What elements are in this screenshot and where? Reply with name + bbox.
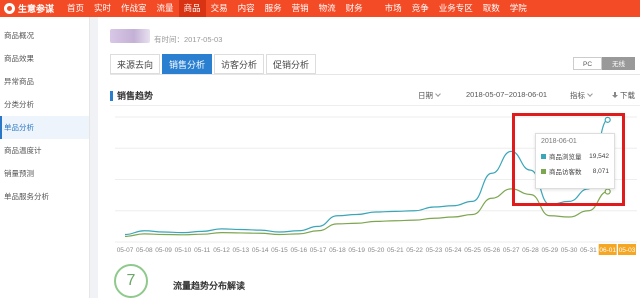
nav-item[interactable]: 物流 <box>314 0 341 17</box>
x-tick-label: 05-09 <box>155 247 172 254</box>
x-tick-label: 05-10 <box>175 247 192 254</box>
sidebar-item[interactable]: 销量预测 <box>0 162 89 185</box>
interpretation-title: 流量趋势分布解读 <box>173 281 246 291</box>
sidebar-item[interactable]: 分类分析 <box>0 93 89 116</box>
sidebar-item[interactable]: 单品服务分析 <box>0 185 89 208</box>
top-nav-bar: 生意参谋 首页 实时 作战室 流量 商品 交易 内容 服务 营销 物流 财务 市场 竞争 业务专区 取数 学院 <box>0 0 640 17</box>
x-tick-label: 05-14 <box>252 247 269 254</box>
x-tick-label: 05-27 <box>503 247 520 254</box>
x-tick-label: 05-21 <box>387 247 404 254</box>
nav-item[interactable]: 营销 <box>287 0 314 17</box>
sidebar-item[interactable]: 异常商品 <box>0 70 89 93</box>
x-tick-label: 05-20 <box>368 247 385 254</box>
nav-item[interactable]: 交易 <box>206 0 233 17</box>
nav-item[interactable]: 流量 <box>152 0 179 17</box>
x-tick-label: 05-26 <box>484 247 501 254</box>
x-tick-label: 05-16 <box>290 247 307 254</box>
x-tick-label: 05-18 <box>329 247 346 254</box>
nav-item[interactable]: 作战室 <box>116 0 152 17</box>
x-tick-label: 06-01 <box>599 247 616 254</box>
x-tick-label: 05-07 <box>117 247 134 254</box>
nav-item[interactable]: 市场 <box>380 0 407 17</box>
nav-item[interactable]: 学院 <box>505 0 532 17</box>
highlight-annotation-box <box>512 113 625 206</box>
x-tick-label: 05-22 <box>406 247 423 254</box>
sidebar-item[interactable]: 商品温度计 <box>0 139 89 162</box>
nav-item[interactable]: 商品 <box>178 0 206 17</box>
nav-item[interactable]: 内容 <box>233 0 260 17</box>
sidebar-item[interactable]: 商品概况 <box>0 24 89 47</box>
x-tick-label: 05-19 <box>348 247 365 254</box>
x-tick-label: 05-12 <box>213 247 230 254</box>
sycm-logo-icon <box>4 3 15 14</box>
nav-item[interactable]: 服务 <box>260 0 287 17</box>
brand-name: 生意参谋 <box>18 4 55 14</box>
x-tick-label: 05-08 <box>136 247 153 254</box>
x-tick-label: 05-11 <box>194 247 211 254</box>
nav-item[interactable]: 首页 <box>62 0 89 17</box>
sidebar: 商品概况 商品效果 异常商品 分类分析 单品分析 商品温度计 销量预测 单品服务分析 <box>0 17 90 298</box>
x-tick-label: 05-25 <box>464 247 481 254</box>
x-tick-label: 05-28 <box>522 247 539 254</box>
nav-item[interactable]: 竞争 <box>407 0 434 17</box>
interpretation-badge: 7 <box>114 264 148 298</box>
nav-item[interactable]: 财务 <box>341 0 368 17</box>
sidebar-item[interactable]: 单品分析 <box>0 116 89 139</box>
x-tick-label: 05-17 <box>310 247 327 254</box>
nav-item[interactable]: 取数 <box>478 0 505 17</box>
x-tick-label: 05-24 <box>445 247 462 254</box>
x-tick-label: 05-15 <box>271 247 288 254</box>
brand[interactable]: 生意参谋 <box>0 2 62 15</box>
x-tick-label: 05-30 <box>561 247 578 254</box>
x-tick-label: 05-29 <box>541 247 558 254</box>
sidebar-item[interactable]: 商品效果 <box>0 47 89 70</box>
nav-item[interactable]: 实时 <box>89 0 116 17</box>
x-tick-label: 05-23 <box>426 247 443 254</box>
main-nav: 首页 实时 作战室 流量 商品 交易 内容 服务 营销 物流 财务 市场 竞争 业务专区 取数 学院 <box>62 0 532 17</box>
x-tick-label: 05-03 <box>619 247 636 254</box>
nav-item[interactable]: 业务专区 <box>434 0 478 17</box>
x-tick-label: 05-13 <box>233 247 250 254</box>
x-tick-label: 05-31 <box>580 247 597 254</box>
